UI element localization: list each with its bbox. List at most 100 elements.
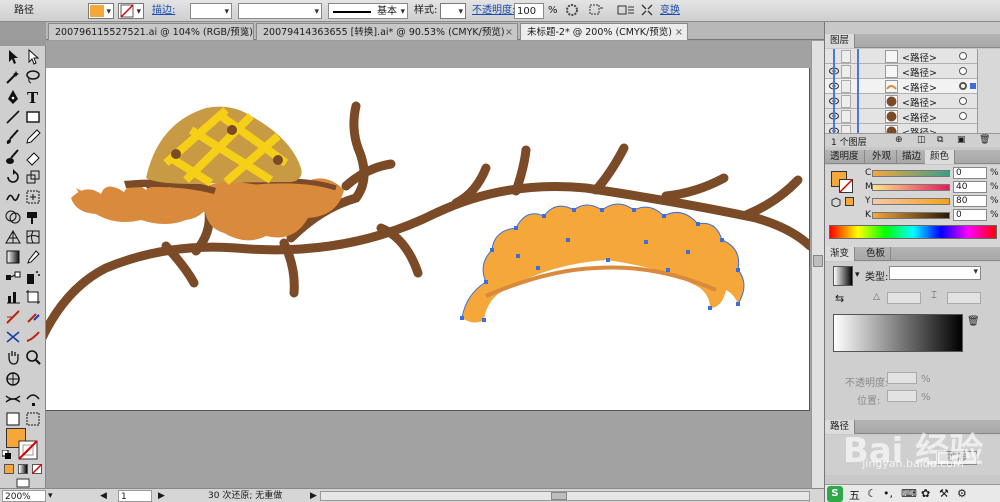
rotate-tool-icon[interactable]: [4, 168, 22, 186]
yellow-value[interactable]: 80: [953, 195, 987, 207]
warp-tool-icon[interactable]: [4, 188, 22, 206]
tab-swatches[interactable]: 色板: [861, 247, 892, 261]
hand-tool-icon[interactable]: [4, 348, 22, 366]
none-mode-icon[interactable]: [31, 463, 43, 475]
target-icon[interactable]: [959, 82, 967, 90]
direct-selection-tool-icon[interactable]: [24, 48, 42, 66]
target-icon[interactable]: [959, 67, 967, 75]
variable-width-select[interactable]: ▾: [238, 3, 322, 19]
canvas-area[interactable]: [37, 41, 815, 488]
scale-tool-icon[interactable]: [24, 168, 42, 186]
tab-document-1[interactable]: 200796115527521.ai @ 104% (RGB/预览) ×: [48, 23, 254, 40]
new-layer-icon[interactable]: ▣: [957, 135, 966, 145]
rectangle-tool-icon[interactable]: [24, 108, 42, 126]
tab-transparency[interactable]: 透明度: [825, 150, 865, 164]
eraser-slice-icon[interactable]: [24, 308, 42, 326]
stop-opacity-input[interactable]: [887, 372, 917, 384]
moon-icon[interactable]: ☾: [867, 487, 877, 500]
layer-row[interactable]: <路径>: [825, 49, 977, 64]
perspective-grid-tool-icon[interactable]: [4, 228, 22, 246]
delete-layer-icon[interactable]: 🗑: [979, 135, 990, 145]
target-icon[interactable]: [959, 112, 967, 120]
scissors-tool-icon[interactable]: [4, 328, 22, 346]
page-field[interactable]: 1: [118, 490, 152, 502]
vertical-scrollbar[interactable]: [811, 41, 824, 488]
lock-toggle[interactable]: [841, 50, 851, 63]
align-icon[interactable]: [588, 3, 604, 19]
close-icon[interactable]: ×: [241, 24, 249, 40]
screen-mode-icon[interactable]: [16, 478, 30, 488]
magenta-value[interactable]: 40: [953, 181, 987, 193]
opacity-link[interactable]: 不透明度:: [472, 3, 515, 19]
angle-input[interactable]: [887, 292, 921, 304]
ime-mode[interactable]: 五: [849, 487, 860, 502]
layer-row[interactable]: <路径>: [825, 79, 977, 94]
tab-gradient[interactable]: 渐变: [825, 247, 856, 261]
mesh-tool-icon[interactable]: [24, 228, 42, 246]
layer-row[interactable]: <路径>: [825, 64, 977, 79]
ime-logo-icon[interactable]: S: [827, 486, 843, 502]
draw-normal-icon[interactable]: [4, 410, 22, 428]
yellow-slider[interactable]: Y 80 %: [865, 195, 1000, 208]
delete-stop-icon[interactable]: 🗑: [967, 316, 980, 327]
slider-track[interactable]: [872, 198, 950, 205]
slider-track[interactable]: [872, 212, 950, 219]
pencil-tool-icon[interactable]: [24, 128, 42, 146]
stroke-profile-select[interactable]: 基本 ▾: [328, 3, 408, 19]
slice-tool-icon[interactable]: [4, 308, 22, 326]
cyan-slider[interactable]: C 0 %: [865, 167, 1000, 180]
close-icon[interactable]: ×: [675, 24, 683, 40]
shape-builder-tool-icon[interactable]: [4, 208, 22, 226]
layer-row[interactable]: <路径>: [825, 109, 977, 124]
artboard[interactable]: [37, 68, 815, 411]
symbol-tool-icon[interactable]: [4, 370, 22, 388]
location-input[interactable]: [887, 390, 917, 402]
gamut-swatch[interactable]: [845, 197, 854, 206]
blob-brush-tool-icon[interactable]: [4, 148, 22, 166]
fill-color-swatch[interactable]: ▾: [88, 3, 114, 19]
tools-icon[interactable]: ⚒: [939, 487, 949, 500]
layer-row[interactable]: <路径>: [825, 94, 977, 109]
slider-track[interactable]: [872, 184, 950, 191]
gradient-slider[interactable]: [833, 314, 963, 352]
paintbrush-tool-icon[interactable]: [4, 128, 22, 146]
width-tool-icon[interactable]: [4, 390, 22, 408]
eyedropper-tool-icon[interactable]: [24, 248, 42, 266]
black-slider[interactable]: K 0 %: [865, 209, 1000, 222]
tab-document-3[interactable]: 未标题-2* @ 200% (CMYK/预览) ×: [520, 23, 688, 40]
artboard-tool-icon[interactable]: [24, 288, 42, 306]
stroke-weight-select[interactable]: ▾: [190, 3, 232, 19]
keyboard-icon[interactable]: ⌨: [901, 487, 917, 500]
magenta-slider[interactable]: M 40 %: [865, 181, 1000, 194]
isolate-icon[interactable]: [640, 3, 654, 19]
zoom-tool-icon[interactable]: [24, 348, 42, 366]
black-value[interactable]: 0: [953, 209, 987, 221]
target-icon[interactable]: [959, 97, 967, 105]
draw-inside-icon[interactable]: [24, 410, 42, 428]
target-icon[interactable]: [959, 52, 967, 60]
tab-appearance[interactable]: 外观: [867, 150, 898, 164]
tab-stroke[interactable]: 描边: [897, 150, 928, 164]
type-tool-icon[interactable]: T: [24, 88, 42, 107]
selection-tool-icon[interactable]: [4, 48, 22, 66]
skin-icon[interactable]: ✿: [921, 487, 930, 500]
color-stroke-swatch[interactable]: [838, 178, 854, 194]
new-sublayer-icon[interactable]: ⧉: [937, 135, 943, 145]
live-paint-tool-icon[interactable]: [24, 208, 42, 226]
line-tool-icon[interactable]: [4, 108, 22, 126]
lock-toggle[interactable]: [841, 80, 851, 93]
lock-toggle[interactable]: [841, 65, 851, 78]
blend-tool-icon[interactable]: [4, 268, 22, 286]
pen-tool-icon[interactable]: [4, 88, 22, 106]
tab-color[interactable]: 颜色: [925, 150, 956, 164]
reverse-gradient-icon[interactable]: ⇆: [835, 292, 844, 305]
lock-toggle[interactable]: [841, 95, 851, 108]
gradient-mode-icon[interactable]: [18, 464, 28, 474]
default-colors-icon[interactable]: [1, 449, 12, 460]
stroke-link[interactable]: 描边:: [152, 3, 175, 19]
tools-panel-grip[interactable]: [0, 40, 46, 46]
next-artboard-icon[interactable]: ▶: [158, 490, 165, 502]
stroke-swatch[interactable]: [18, 440, 38, 460]
eraser-tool-icon[interactable]: [24, 148, 42, 166]
style-select[interactable]: ▾: [440, 3, 466, 19]
